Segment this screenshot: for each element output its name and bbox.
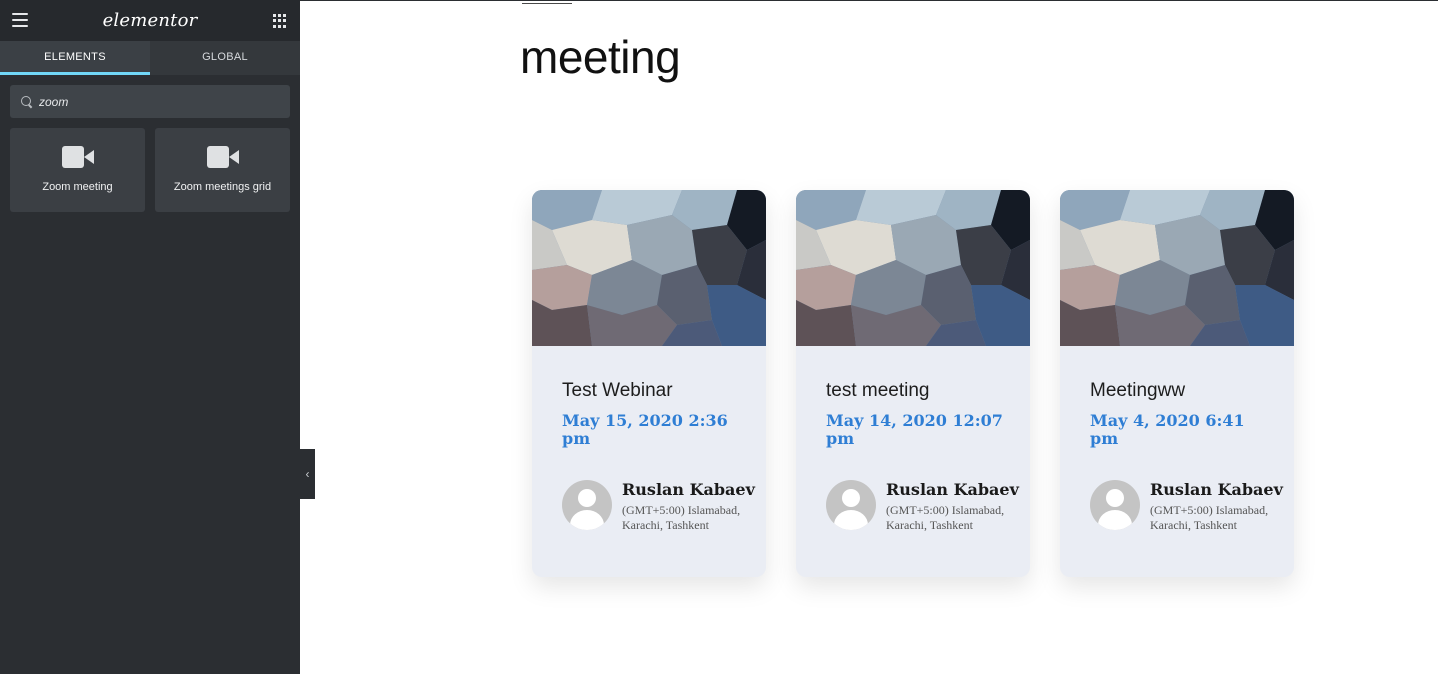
search-icon	[21, 95, 33, 108]
panel-header: elementor	[0, 0, 300, 41]
search-input[interactable]	[39, 85, 290, 118]
host-name: Ruslan Kabaev	[1150, 480, 1283, 499]
meeting-date: May 15, 2020 2:36 pm	[562, 411, 728, 448]
widgets-grid-icon[interactable]	[273, 14, 287, 28]
menu-icon[interactable]	[12, 13, 28, 27]
meeting-date: May 4, 2020 6:41 pm	[1090, 411, 1245, 448]
meeting-title[interactable]: Test Webinar	[562, 380, 673, 402]
top-divider	[300, 0, 1438, 1]
meeting-thumbnail	[796, 190, 1030, 346]
meeting-title[interactable]: Meetingww	[1090, 380, 1185, 402]
host-avatar	[562, 480, 612, 530]
host-timezone: (GMT+5:00) Islamabad, Karachi, Tashkent	[622, 503, 741, 532]
widget-label: Zoom meeting	[42, 181, 113, 193]
host-avatar	[826, 480, 876, 530]
elementor-panel: elementor ELEMENTS GLOBAL Zoom meeting Z…	[0, 0, 300, 674]
meeting-date: May 14, 2020 12:07 pm	[826, 411, 1003, 448]
widget-zoom-meeting[interactable]: Zoom meeting	[10, 128, 145, 212]
elementor-logo: elementor	[102, 10, 198, 31]
title-divider	[522, 3, 572, 4]
widget-label: Zoom meetings grid	[173, 181, 272, 193]
host-timezone: (GMT+5:00) Islamabad, Karachi, Tashkent	[886, 503, 1005, 532]
meeting-card[interactable]: test meeting May 14, 2020 12:07 pm Rusla…	[796, 190, 1030, 577]
host-name: Ruslan Kabaev	[886, 480, 1019, 499]
panel-tabs: ELEMENTS GLOBAL	[0, 41, 300, 75]
meeting-card[interactable]: Meetingww May 4, 2020 6:41 pm Ruslan Kab…	[1060, 190, 1294, 577]
page-title: meeting	[520, 31, 681, 83]
meeting-thumbnail	[532, 190, 766, 346]
host-timezone: (GMT+5:00) Islamabad, Karachi, Tashkent	[1150, 503, 1269, 532]
collapse-panel-chevron-left-icon[interactable]: ‹	[300, 449, 315, 499]
meeting-thumbnail	[1060, 190, 1294, 346]
tab-global[interactable]: GLOBAL	[150, 41, 300, 75]
host-name: Ruslan Kabaev	[622, 480, 755, 499]
meeting-title[interactable]: test meeting	[826, 380, 930, 402]
video-camera-icon	[61, 146, 94, 168]
widget-zoom-meetings-grid[interactable]: Zoom meetings grid	[155, 128, 290, 212]
host-avatar	[1090, 480, 1140, 530]
widget-search	[10, 85, 290, 118]
video-camera-icon	[206, 146, 239, 168]
tab-elements[interactable]: ELEMENTS	[0, 41, 150, 75]
meeting-card[interactable]: Test Webinar May 15, 2020 2:36 pm Ruslan…	[532, 190, 766, 577]
